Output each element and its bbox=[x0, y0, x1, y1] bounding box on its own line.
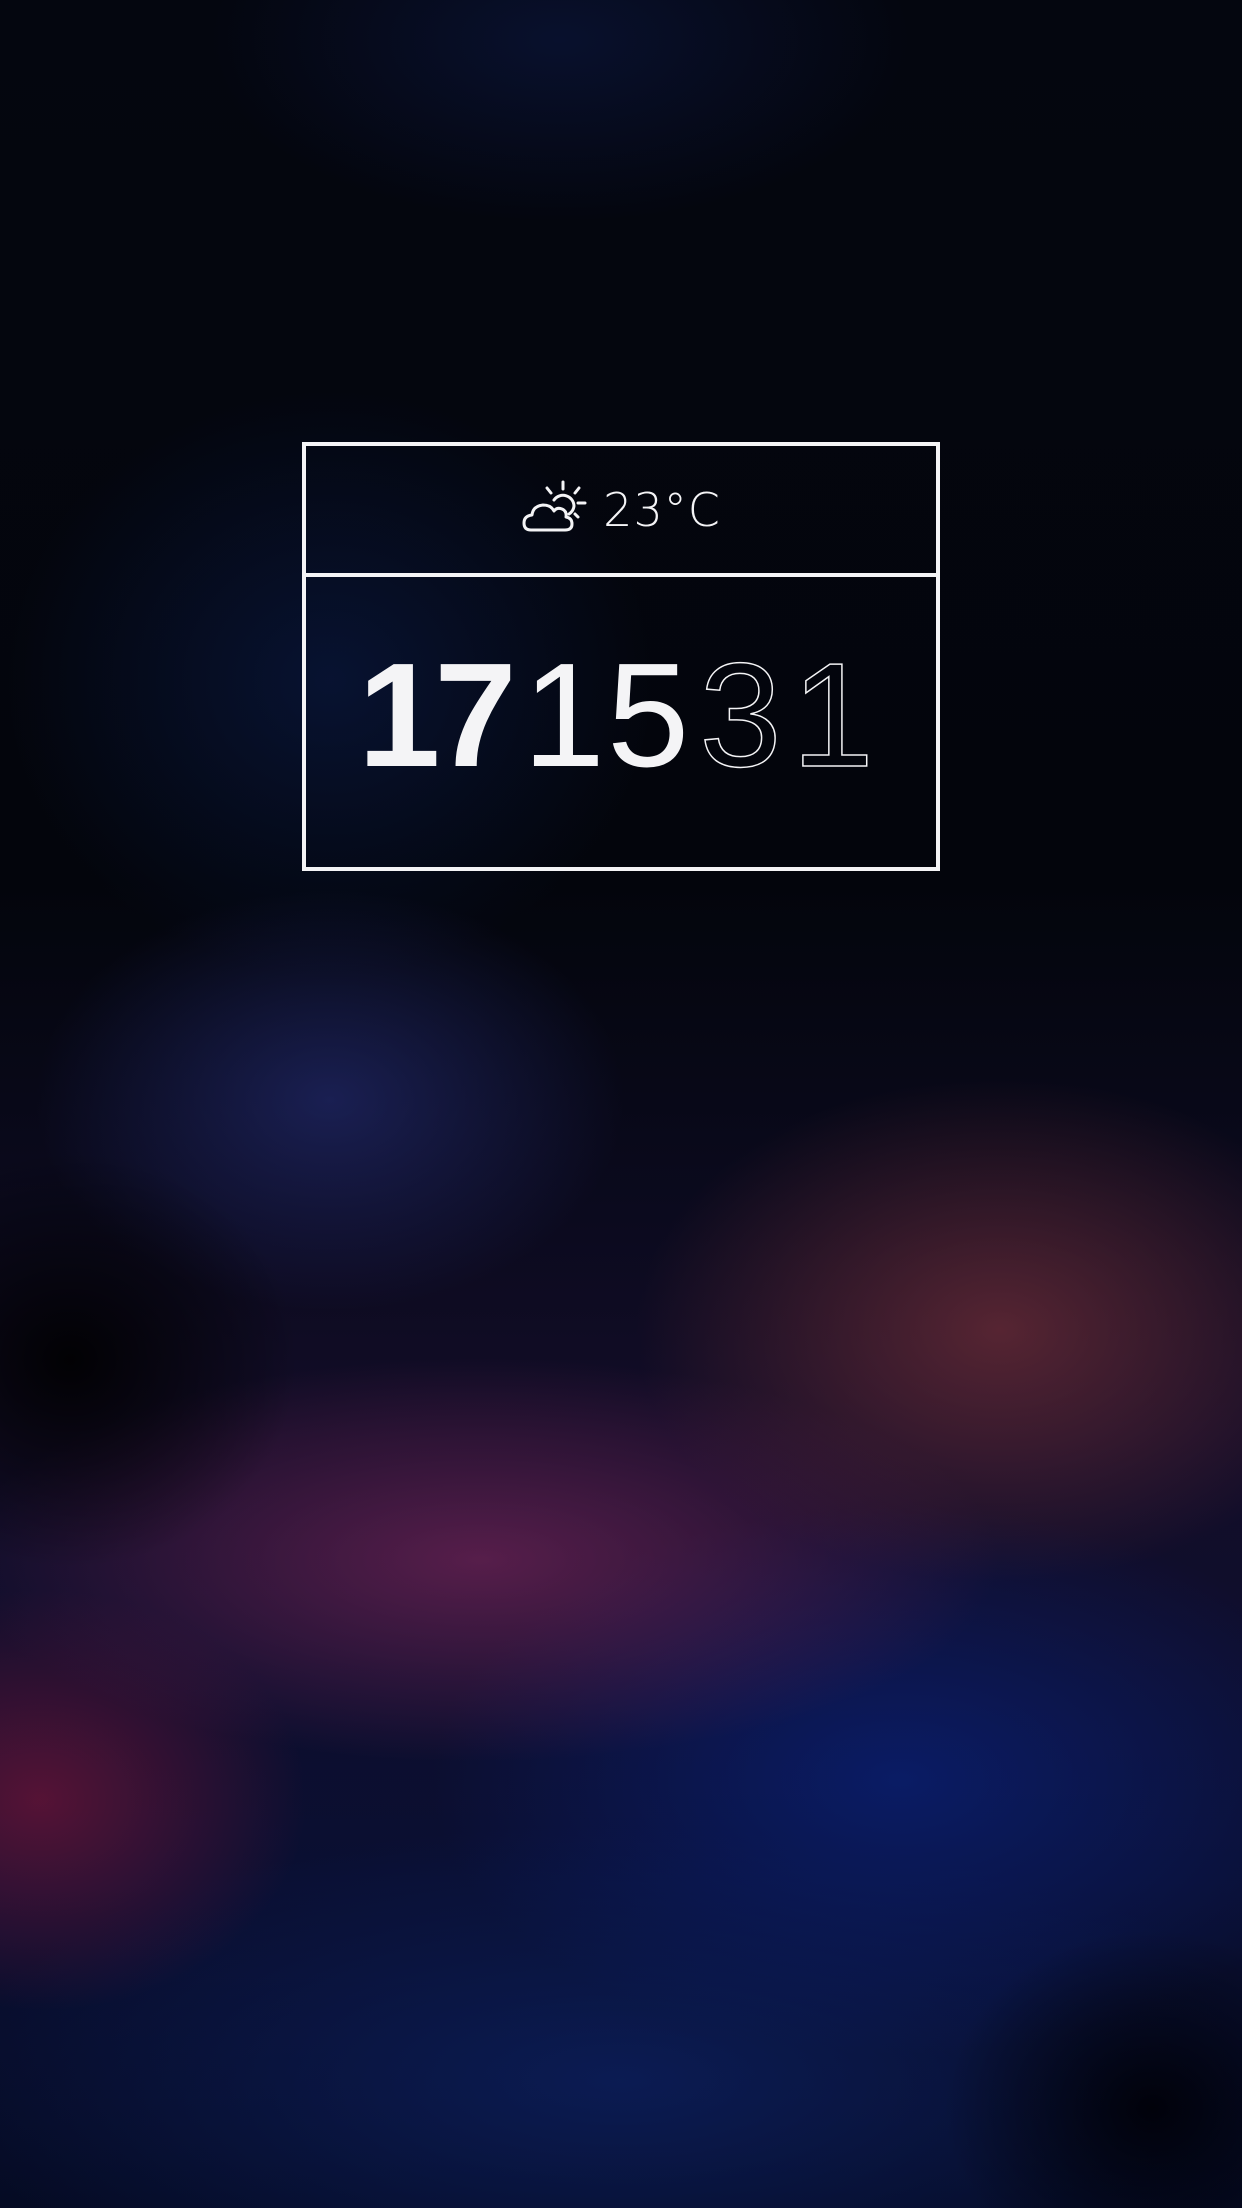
wallpaper-background bbox=[0, 0, 1242, 2208]
wallpaper-corner-shadow bbox=[942, 1928, 1242, 2208]
clock-minutes: 15 bbox=[522, 633, 692, 798]
temperature-label: 23°C bbox=[603, 482, 721, 537]
clock-seconds: 31 bbox=[699, 633, 884, 798]
weather-row: 23°C bbox=[306, 446, 936, 573]
partly-cloudy-icon bbox=[522, 480, 587, 531]
wallpaper-shadow bbox=[0, 1150, 300, 1570]
clock-hours: 17 bbox=[358, 633, 517, 798]
clock-digits: 17 15 31 bbox=[358, 633, 884, 798]
clock-weather-widget[interactable]: 23°C 17 15 31 bbox=[302, 442, 940, 871]
time-row: 17 15 31 bbox=[306, 577, 936, 867]
